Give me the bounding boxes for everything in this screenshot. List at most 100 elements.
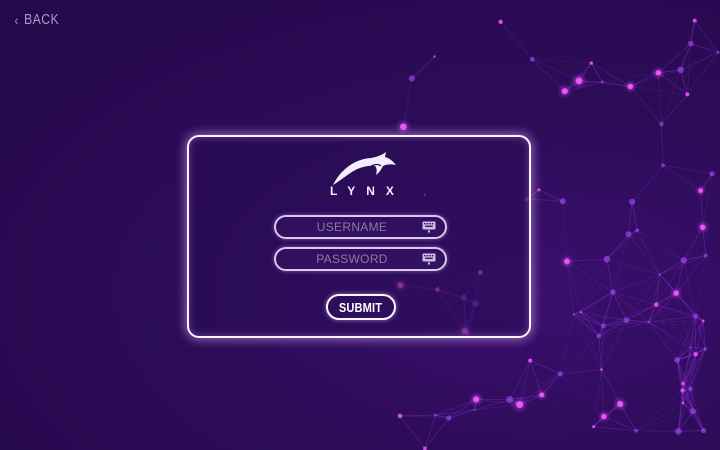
username-input[interactable] <box>288 217 416 237</box>
network-node <box>498 19 503 24</box>
network-node <box>473 408 476 411</box>
network-node <box>674 356 681 363</box>
network-node <box>703 347 708 351</box>
network-line <box>695 255 707 317</box>
network-line <box>606 230 638 260</box>
network-node <box>692 18 697 23</box>
network-node-glow <box>612 395 629 413</box>
network-line <box>538 189 563 202</box>
network-node <box>701 319 705 323</box>
network-node-glow <box>510 395 529 414</box>
network-node <box>647 320 651 324</box>
network-line <box>500 21 533 60</box>
network-node <box>397 413 403 419</box>
network-line <box>648 321 678 361</box>
network-line <box>635 390 683 432</box>
network-line <box>566 261 575 315</box>
network-line <box>648 321 691 348</box>
network-node-glow <box>559 254 575 269</box>
network-node <box>658 273 662 276</box>
network-node <box>689 408 697 415</box>
network-node-glow <box>695 219 710 235</box>
network-node <box>709 171 715 177</box>
submit-button[interactable]: SUBMIT <box>326 294 396 320</box>
network-line <box>601 369 605 417</box>
network-line <box>560 369 602 375</box>
back-button[interactable]: ‹ BACK <box>14 11 67 28</box>
network-line <box>532 58 592 64</box>
network-node <box>589 61 593 65</box>
network-line <box>677 411 694 432</box>
network-node <box>600 368 603 371</box>
network-node-glow <box>596 409 611 424</box>
network-line <box>526 198 563 202</box>
network-node <box>600 323 606 329</box>
network-line <box>509 360 531 400</box>
network-node <box>408 75 415 82</box>
network-line <box>628 233 661 275</box>
network-node <box>433 413 437 417</box>
network-line <box>690 346 706 350</box>
network-line <box>678 430 704 432</box>
password-input[interactable] <box>288 249 416 269</box>
login-card: LYNX USERNAME SUBMIT <box>187 135 531 338</box>
logo-text: LYNX <box>330 184 405 198</box>
network-node-glow <box>651 65 666 81</box>
network-node-glow <box>569 71 589 90</box>
network-node <box>693 352 699 357</box>
network-line <box>399 415 426 449</box>
keyboard-icon[interactable] <box>422 253 436 265</box>
network-line <box>559 314 575 374</box>
network-line <box>655 304 691 348</box>
username-field[interactable] <box>274 215 447 239</box>
network-node <box>681 401 685 405</box>
network-node <box>675 428 682 435</box>
network-line <box>631 201 638 231</box>
network-line <box>628 233 685 261</box>
network-node <box>625 231 632 238</box>
network-line <box>648 321 696 355</box>
network-node <box>537 188 541 192</box>
network-line <box>694 20 719 53</box>
network-line <box>690 43 719 53</box>
network-node <box>600 80 604 84</box>
network-node <box>596 333 602 339</box>
network-line <box>659 259 685 275</box>
network-line <box>448 409 475 419</box>
network-node <box>688 386 693 392</box>
network-line <box>562 201 568 262</box>
network-node-glow <box>556 83 573 100</box>
network-line <box>636 230 685 261</box>
network-line <box>629 86 662 125</box>
login-screen: ‹ BACK LYNX USERNAME SUBMIT <box>0 0 720 450</box>
network-line <box>601 325 604 370</box>
network-line <box>636 230 661 275</box>
network-line <box>606 258 660 275</box>
network-node <box>716 50 720 54</box>
back-label: BACK <box>24 11 60 28</box>
network-line <box>573 314 600 337</box>
network-line <box>580 311 600 337</box>
network-line <box>612 291 657 305</box>
network-node <box>700 427 707 434</box>
network-node <box>592 425 596 429</box>
network-node <box>559 198 566 205</box>
network-line <box>676 315 696 361</box>
network-node <box>677 66 685 74</box>
network-node <box>659 121 664 127</box>
network-node <box>680 388 685 393</box>
network-node <box>681 381 685 386</box>
network-line <box>661 94 688 125</box>
network-node <box>603 255 611 263</box>
network-node <box>689 346 692 349</box>
network-node <box>634 428 638 433</box>
network-node-glow <box>694 184 707 197</box>
network-line <box>655 304 678 361</box>
network-node <box>433 55 436 58</box>
network-node <box>661 163 665 168</box>
keyboard-icon[interactable] <box>422 221 436 233</box>
network-line <box>612 274 660 293</box>
network-node-glow <box>535 388 549 402</box>
network-line <box>631 165 664 203</box>
password-field[interactable] <box>274 247 447 271</box>
